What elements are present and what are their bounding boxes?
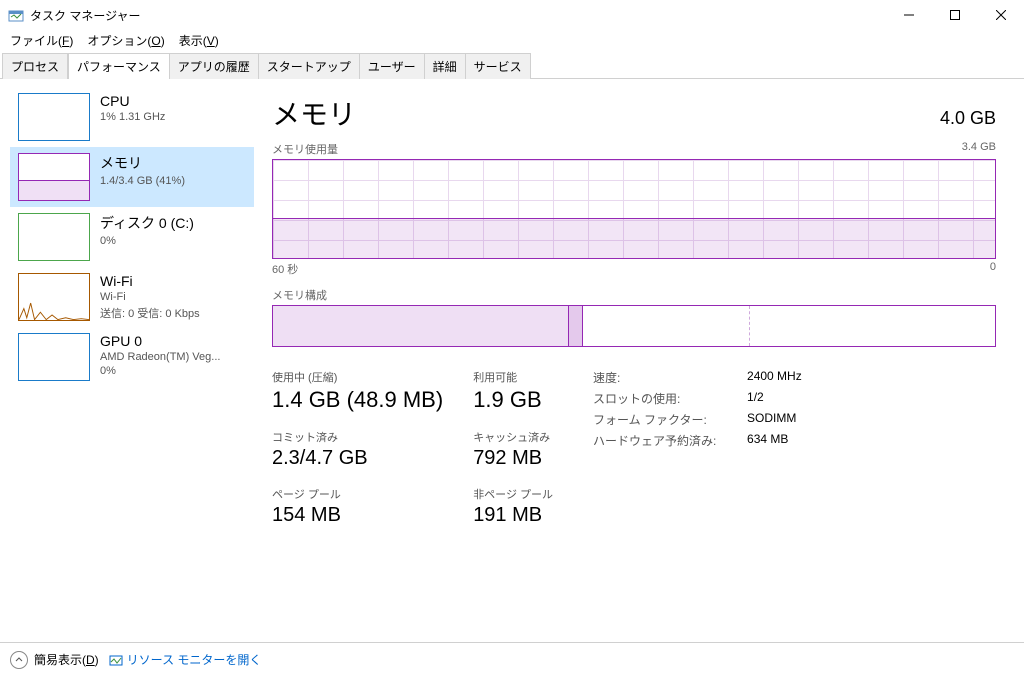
app-icon: [8, 7, 24, 23]
sidebar-item-wifi[interactable]: Wi-Fi Wi-Fi 送信: 0 受信: 0 Kbps: [10, 267, 254, 327]
comp-modified: [569, 306, 583, 346]
chevron-up-icon: [10, 651, 28, 669]
footer: 簡易表示(D) リソース モニターを開く: [0, 642, 1024, 676]
sidebar-item-gpu[interactable]: GPU 0 AMD Radeon(TM) Veg... 0%: [10, 327, 254, 387]
menu-file[interactable]: ファイル(F): [4, 30, 79, 51]
sidebar-disk-title: ディスク 0 (C:): [100, 213, 194, 233]
sidebar-item-memory[interactable]: メモリ 1.4/3.4 GB (41%): [10, 147, 254, 207]
axis-right: 0: [990, 261, 996, 277]
window-title: タスク マネージャー: [30, 7, 886, 24]
sidebar-gpu-sub1: AMD Radeon(TM) Veg...: [100, 351, 220, 363]
content: CPU 1% 1.31 GHz メモリ 1.4/3.4 GB (41%) ディス…: [0, 79, 1024, 642]
in-use-value: 1.4 GB (48.9 MB): [272, 387, 443, 413]
form-val: SODIMM: [747, 411, 796, 428]
available-value: 1.9 GB: [473, 387, 553, 413]
speed-val: 2400 MHz: [747, 369, 802, 386]
minimize-button[interactable]: [886, 0, 932, 30]
nonpaged-value: 191 MB: [473, 504, 553, 527]
memory-composition-chart[interactable]: [272, 305, 996, 347]
maximize-button[interactable]: [932, 0, 978, 30]
disk-thumb: [18, 213, 90, 261]
usage-chart-label: メモリ使用量: [272, 141, 338, 157]
main-panel: メモリ 4.0 GB メモリ使用量 3.4 GB 60 秒 0 メモリ構成 使用…: [254, 79, 1024, 642]
close-button[interactable]: [978, 0, 1024, 30]
tab-services[interactable]: サービス: [465, 53, 531, 79]
sidebar-cpu-sub: 1% 1.31 GHz: [100, 111, 165, 123]
wifi-thumb: [18, 273, 90, 321]
reserved-key: ハードウェア予約済み:: [593, 432, 723, 449]
memory-usage-chart[interactable]: [272, 159, 996, 259]
paged-label: ページ プール: [272, 486, 443, 502]
stats-grid: 使用中 (圧縮) 1.4 GB (48.9 MB) 利用可能 1.9 GB コミ…: [272, 369, 553, 527]
sidebar-gpu-title: GPU 0: [100, 333, 220, 349]
slots-key: スロットの使用:: [593, 390, 723, 407]
usage-fill: [273, 218, 995, 258]
slots-val: 1/2: [747, 390, 764, 407]
system-info: 速度: 2400 MHz スロットの使用: 1/2 フォーム ファクター: SODIM…: [593, 369, 802, 527]
paged-value: 154 MB: [272, 504, 443, 527]
tab-users[interactable]: ユーザー: [359, 53, 425, 79]
cached-label: キャッシュ済み: [473, 429, 553, 445]
comp-free: [750, 306, 995, 346]
sidebar-wifi-title: Wi-Fi: [100, 273, 200, 289]
composition-label: メモリ構成: [272, 287, 996, 303]
sidebar-item-disk[interactable]: ディスク 0 (C:) 0%: [10, 207, 254, 267]
comp-in-use: [273, 306, 569, 346]
sidebar-wifi-sub2: 送信: 0 受信: 0 Kbps: [100, 305, 200, 321]
open-resource-monitor-link[interactable]: リソース モニターを開く: [109, 651, 262, 668]
nonpaged-label: 非ページ プール: [473, 486, 553, 502]
in-use-label: 使用中 (圧縮): [272, 369, 443, 385]
tab-processes[interactable]: プロセス: [2, 53, 68, 79]
comp-standby: [583, 306, 749, 346]
form-key: フォーム ファクター:: [593, 411, 723, 428]
sidebar-gpu-sub2: 0%: [100, 365, 220, 377]
memory-thumb: [18, 153, 90, 201]
tab-startup[interactable]: スタートアップ: [258, 53, 360, 79]
memory-total: 4.0 GB: [940, 108, 996, 129]
sidebar-wifi-sub1: Wi-Fi: [100, 291, 200, 303]
tab-performance[interactable]: パフォーマンス: [68, 53, 170, 79]
usage-chart-max: 3.4 GB: [962, 141, 996, 157]
committed-label: コミット済み: [272, 429, 443, 445]
gpu-thumb: [18, 333, 90, 381]
window-controls: [886, 0, 1024, 30]
menubar: ファイル(F) オプション(O) 表示(V): [0, 30, 1024, 50]
titlebar: タスク マネージャー: [0, 0, 1024, 30]
committed-value: 2.3/4.7 GB: [272, 447, 443, 470]
resource-monitor-label: リソース モニターを開く: [127, 651, 262, 668]
sidebar-memory-title: メモリ: [100, 153, 185, 173]
tab-app-history[interactable]: アプリの履歴: [169, 53, 259, 79]
tab-details[interactable]: 詳細: [424, 53, 466, 79]
fewer-details-button[interactable]: 簡易表示(D): [10, 651, 99, 669]
reserved-val: 634 MB: [747, 432, 788, 449]
sidebar-cpu-title: CPU: [100, 93, 165, 109]
speed-key: 速度:: [593, 369, 723, 386]
resource-monitor-icon: [109, 653, 123, 667]
menu-view[interactable]: 表示(V): [173, 30, 225, 51]
axis-left: 60 秒: [272, 261, 298, 277]
cpu-thumb: [18, 93, 90, 141]
cached-value: 792 MB: [473, 447, 553, 470]
available-label: 利用可能: [473, 369, 553, 385]
sidebar: CPU 1% 1.31 GHz メモリ 1.4/3.4 GB (41%) ディス…: [0, 79, 254, 642]
tab-strip: プロセス パフォーマンス アプリの履歴 スタートアップ ユーザー 詳細 サービス: [0, 52, 1024, 79]
sidebar-item-cpu[interactable]: CPU 1% 1.31 GHz: [10, 87, 254, 147]
menu-options[interactable]: オプション(O): [81, 30, 170, 51]
sidebar-memory-sub: 1.4/3.4 GB (41%): [100, 175, 185, 187]
page-title: メモリ: [272, 93, 356, 133]
sidebar-disk-sub: 0%: [100, 235, 194, 247]
